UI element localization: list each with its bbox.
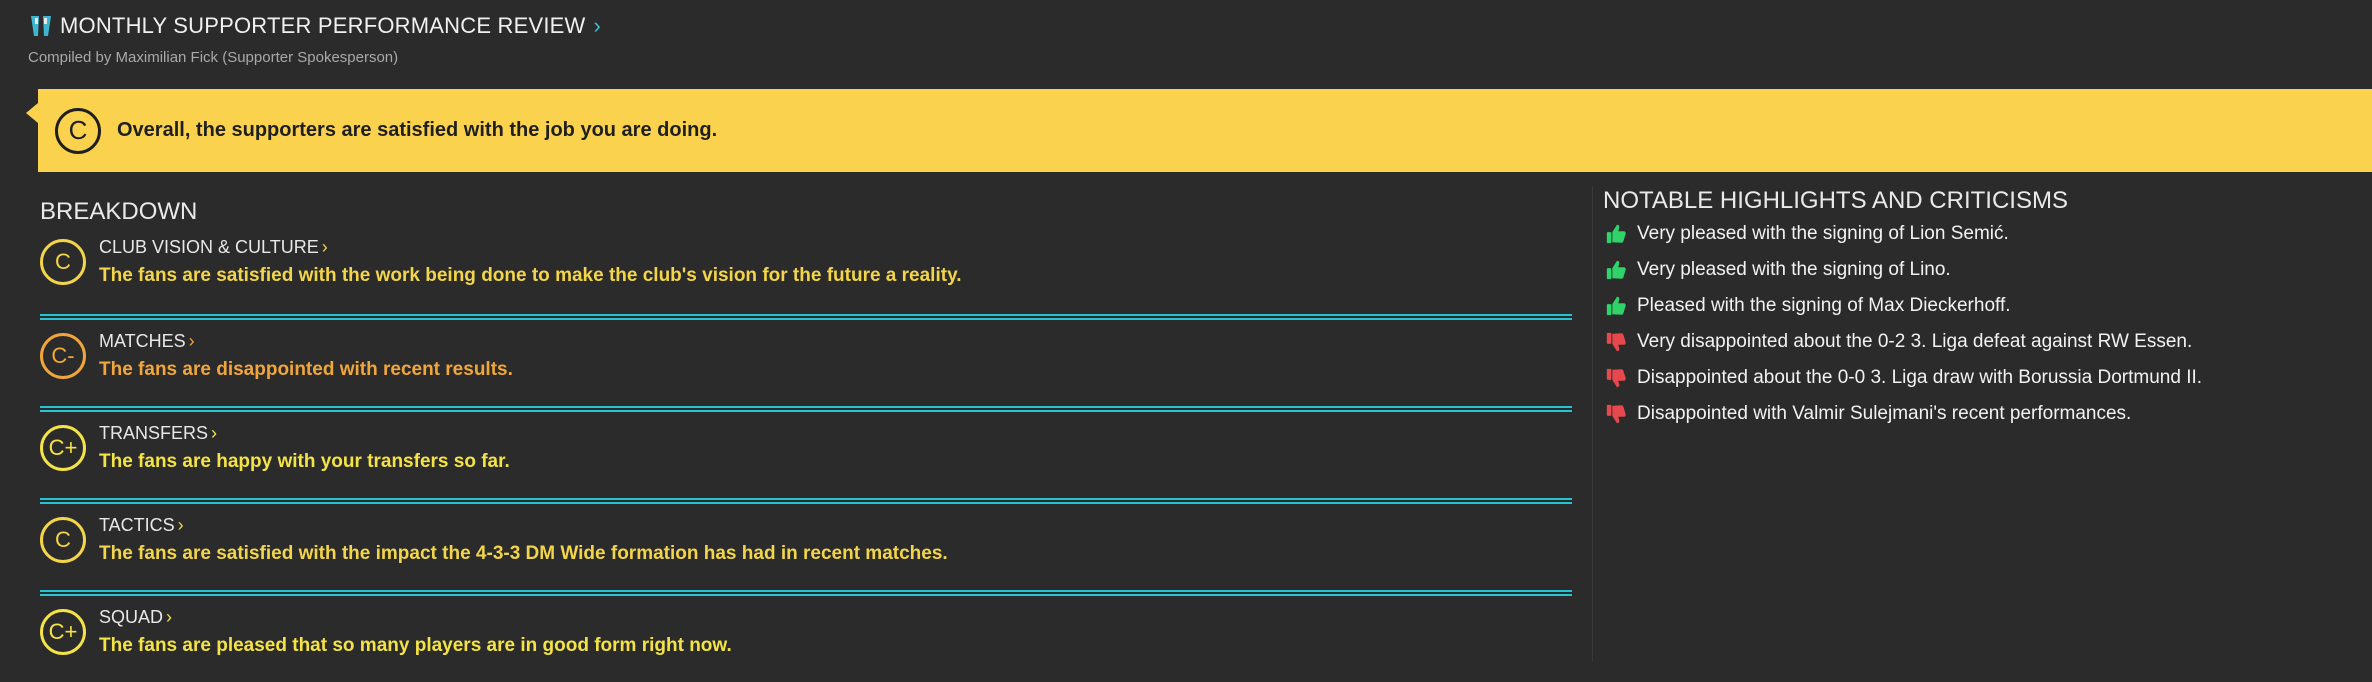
notable-item: Disappointed about the 0-0 3. Liga draw …: [1603, 360, 2363, 396]
column-divider: [1592, 186, 1593, 661]
notable-item: Very disappointed about the 0-2 3. Liga …: [1603, 324, 2363, 360]
breakdown-heading: TACTICS: [99, 515, 175, 535]
breakdown-section: BREAKDOWN C CLUB VISION & CULTURE › The fan…: [40, 196, 1572, 682]
notable-text: Very disappointed about the 0-2 3. Liga …: [1637, 331, 2193, 352]
notable-text: Pleased with the signing of Max Dieckerh…: [1637, 295, 2011, 316]
page-header: MONTHLY SUPPORTER PERFORMANCE REVIEW › C…: [28, 12, 601, 66]
breakdown-description: The fans are disappointed with recent re…: [99, 359, 513, 380]
notables-list: Very pleased with the signing of Lion Se…: [1603, 216, 2363, 432]
thumbs-down-icon: [1605, 331, 1627, 353]
overall-summary: Overall, the supporters are satisfied wi…: [117, 119, 718, 141]
notable-text: Disappointed about the 0-0 3. Liga draw …: [1637, 367, 2203, 388]
breakdown-heading-link[interactable]: SQUAD ›: [99, 607, 172, 628]
breakdown-item: C+ SQUAD › The fans are pleased that so man…: [40, 590, 1572, 682]
grade-badge: C+: [40, 609, 86, 655]
breakdown-heading-link[interactable]: MATCHES ›: [99, 331, 195, 352]
chevron-right-icon: ›: [188, 331, 195, 351]
notables-section: NOTABLE HIGHLIGHTS AND CRITICISMS Very p…: [1603, 186, 2363, 432]
breakdown-description: The fans are satisfied with the work bei…: [99, 265, 962, 286]
breakdown-heading: CLUB VISION & CULTURE: [99, 237, 319, 257]
chevron-right-icon: ›: [211, 423, 218, 443]
thumbs-down-icon: [1605, 367, 1627, 389]
breakdown-heading: MATCHES: [99, 331, 186, 351]
grade-badge: C: [40, 517, 86, 563]
thumbs-down-icon: [1605, 403, 1627, 425]
supporters-icon: [28, 14, 54, 38]
breakdown-description: The fans are happy with your transfers s…: [99, 451, 510, 472]
grade-badge: C: [40, 239, 86, 285]
breakdown-heading: SQUAD: [99, 607, 164, 627]
breakdown-item: C TACTICS › The fans are satisfied with the…: [40, 498, 1572, 590]
breakdown-list: C CLUB VISION & CULTURE › The fans are sati…: [40, 228, 1572, 682]
notable-text: Very pleased with the signing of Lion Se…: [1637, 223, 2009, 244]
page-title[interactable]: MONTHLY SUPPORTER PERFORMANCE REVIEW: [60, 13, 586, 39]
thumbs-up-icon: [1605, 295, 1627, 317]
breakdown-heading-link[interactable]: TRANSFERS ›: [99, 423, 217, 444]
breakdown-item: C CLUB VISION & CULTURE › The fans are sati…: [40, 228, 1572, 314]
breakdown-heading: TRANSFERS: [99, 423, 209, 443]
chevron-right-icon: ›: [321, 237, 328, 257]
notable-item: Disappointed with Valmir Sulejmani's rec…: [1603, 396, 2363, 432]
breakdown-heading-link[interactable]: TACTICS ›: [99, 515, 184, 536]
grade-badge: C-: [40, 333, 86, 379]
chevron-right-icon[interactable]: ›: [594, 13, 601, 39]
chevron-right-icon: ›: [177, 515, 184, 535]
thumbs-up-icon: [1605, 259, 1627, 281]
notable-text: Very pleased with the signing of Lino.: [1637, 259, 1951, 280]
overall-banner: C Overall, the supporters are satisfied …: [26, 89, 2372, 172]
chevron-right-icon: ›: [166, 607, 173, 627]
breakdown-item: C+ TRANSFERS › The fans are happy with your…: [40, 406, 1572, 498]
grade-badge: C+: [40, 425, 86, 471]
breakdown-description: The fans are pleased that so many player…: [99, 635, 732, 656]
notable-item: Pleased with the signing of Max Dieckerh…: [1603, 288, 2363, 324]
breakdown-description: The fans are satisfied with the impact t…: [99, 543, 948, 564]
notable-item: Very pleased with the signing of Lino.: [1603, 252, 2363, 288]
page-subtitle: Compiled by Maximilian Fick (Supporter S…: [28, 49, 399, 66]
breakdown-heading-link[interactable]: CLUB VISION & CULTURE ›: [99, 237, 328, 258]
breakdown-title: BREAKDOWN: [40, 198, 198, 225]
thumbs-up-icon: [1605, 223, 1627, 245]
notables-title: NOTABLE HIGHLIGHTS AND CRITICISMS: [1603, 187, 2068, 214]
overall-grade-badge: C: [55, 107, 101, 154]
breakdown-item: C- MATCHES › The fans are disappointed with…: [40, 314, 1572, 406]
notable-text: Disappointed with Valmir Sulejmani's rec…: [1637, 403, 2132, 424]
notable-item: Very pleased with the signing of Lion Se…: [1603, 216, 2363, 252]
